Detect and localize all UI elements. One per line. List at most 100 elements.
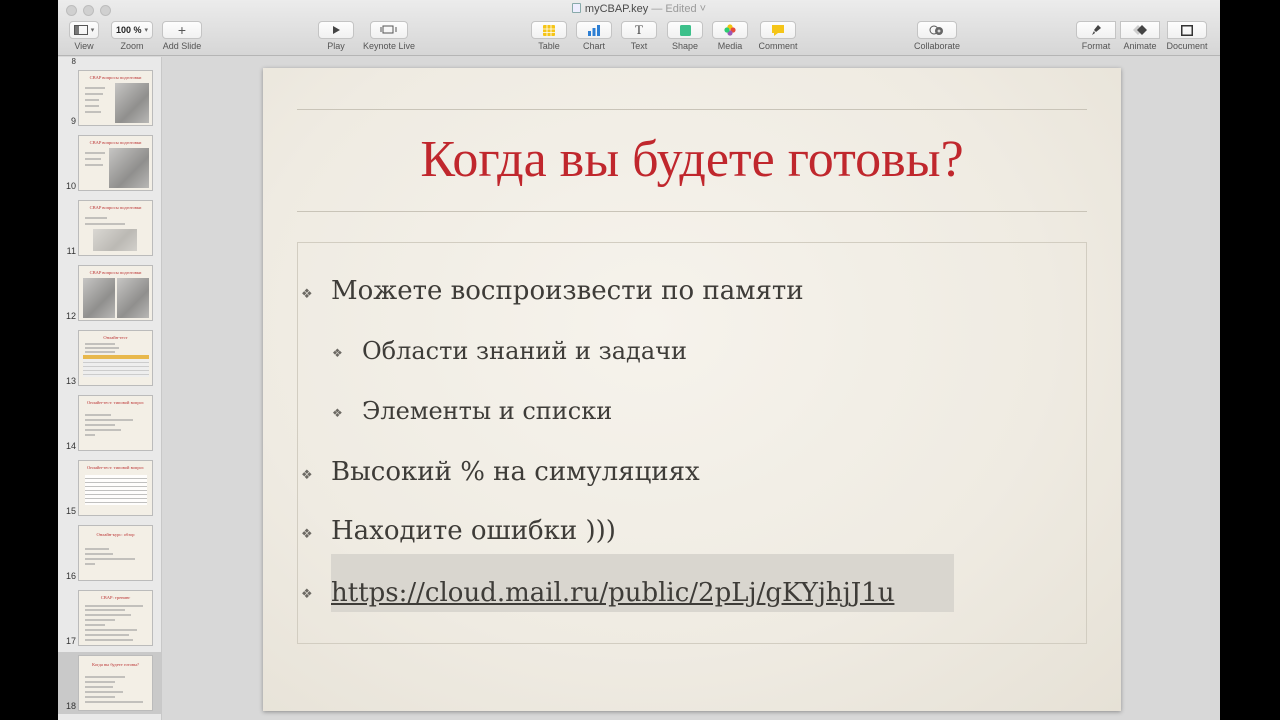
table-button[interactable]: Table <box>530 21 568 51</box>
table-label: Table <box>538 41 560 51</box>
bullet-text: Можете воспроизвести по памяти <box>331 276 804 306</box>
play-label: Play <box>327 41 345 51</box>
chart-button[interactable]: Chart <box>575 21 613 51</box>
slide-thumbnail-15[interactable]: Онлайн-тест: типовой вопрос 15 <box>58 457 161 519</box>
shape-label: Shape <box>671 41 699 51</box>
view-label: View <box>74 41 94 51</box>
media-icon <box>724 24 736 36</box>
bullet-icon: ❖ <box>332 406 343 420</box>
slide-thumbnail-16[interactable]: Онлайн-курс: обзор 16 <box>58 522 161 584</box>
shape-icon <box>679 24 691 36</box>
bullet-text: Области знаний и задачи <box>362 337 688 365</box>
slide-thumbnail-18[interactable]: Когда вы будете готовы? 18 <box>58 652 161 714</box>
view-button[interactable]: ▾ View <box>66 21 102 51</box>
collaborate-icon <box>929 25 943 35</box>
slide-thumbnail-10[interactable]: CBAP вопросы подготовки 10 <box>58 132 161 194</box>
thumbnail-title: Онлайн-тест: типовой вопрос <box>87 400 144 405</box>
animate-label: Animate <box>1123 41 1157 51</box>
bullet-icon: ❖ <box>332 346 343 360</box>
document-inspector-icon <box>1181 24 1193 36</box>
text-button[interactable]: T Text <box>620 21 658 51</box>
zoom-select[interactable]: 100 % ▾ Zoom <box>110 21 154 51</box>
slide-thumbnail-17[interactable]: CBAP: тренинг 17 <box>58 587 161 649</box>
bullet-icon: ❖ <box>301 526 313 541</box>
slide-number: 9 <box>70 116 76 126</box>
zoom-value: 100 % <box>115 25 142 35</box>
slide-thumbnail-14[interactable]: Онлайн-тест: типовой вопрос 14 <box>58 392 161 454</box>
shape-button[interactable]: Shape <box>666 21 704 51</box>
paintbrush-icon <box>1092 25 1101 35</box>
comment-button[interactable]: Comment <box>756 21 800 51</box>
cloud-link[interactable]: https://cloud.mail.ru/public/2pLj/gKYjhj… <box>331 578 894 608</box>
screen-border <box>1220 0 1280 720</box>
slide-number: 8 <box>71 57 76 66</box>
bullet-text: Высокий % на симуляциях <box>331 457 700 487</box>
current-slide[interactable]: Когда вы будете готовы? ❖ Можете воспрои… <box>263 68 1121 711</box>
document-title: myCBAP.key — Edited ˅ <box>58 3 1220 15</box>
thumbnail-title: Онлайн-курс: обзор <box>96 532 135 537</box>
toolbar: myCBAP.key — Edited ˅ ▾ View 100 % ▾ Zoom… <box>58 0 1220 56</box>
format-button[interactable]: Format <box>1076 21 1116 51</box>
slide-thumbnail-9[interactable]: CBAP вопросы подготовки 9 <box>58 67 161 129</box>
chevron-down-icon: ▾ <box>90 27 95 34</box>
bullet-icon: ❖ <box>301 586 313 601</box>
keynote-window: myCBAP.key — Edited ˅ ▾ View 100 % ▾ Zoom… <box>58 0 1220 720</box>
plus-icon: + <box>177 22 187 38</box>
document-icon <box>571 3 581 13</box>
slide-number: 12 <box>65 311 76 321</box>
comment-label: Comment <box>758 41 798 51</box>
collaborate-button[interactable]: Collaborate <box>908 21 966 51</box>
document-label: Document <box>1166 41 1208 51</box>
keynote-live-button[interactable]: Keynote Live <box>361 21 417 51</box>
thumbnail-title: CBAP вопросы подготовки <box>89 140 142 145</box>
slide-thumbnail-11[interactable]: CBAP вопросы подготовки 11 <box>58 197 161 259</box>
bullet-text: Находите ошибки ))) <box>331 516 616 546</box>
collaborate-label: Collaborate <box>913 41 961 51</box>
slide-number: 11 <box>66 246 76 256</box>
play-icon <box>333 26 340 34</box>
animate-icon <box>1133 25 1147 35</box>
slide-thumbnail-12[interactable]: CBAP вопросы подготовки 12 <box>58 262 161 324</box>
slide-number: 13 <box>65 376 76 386</box>
add-slide-label: Add Slide <box>162 41 202 51</box>
slide-thumbnail-13[interactable]: Онлайн-тест 13 <box>58 327 161 389</box>
text-icon: T <box>635 22 643 37</box>
add-slide-button[interactable]: + Add Slide <box>160 21 204 51</box>
media-button[interactable]: Media <box>711 21 749 51</box>
slide-title[interactable]: Когда вы будете готовы? <box>297 130 1087 189</box>
keynote-live-label: Keynote Live <box>362 41 416 51</box>
play-button[interactable]: Play <box>316 21 356 51</box>
chart-icon <box>588 24 600 36</box>
thumbnail-title: CBAP вопросы подготовки <box>89 270 142 275</box>
slide-number: 10 <box>65 181 76 191</box>
thumbnail-title: CBAP вопросы подготовки <box>89 205 142 210</box>
zoom-label: Zoom <box>120 41 144 51</box>
thumbnail-title: CBAP вопросы подготовки <box>89 75 142 80</box>
format-label: Format <box>1081 41 1111 51</box>
text-label: Text <box>630 41 648 51</box>
bullet-icon: ❖ <box>301 286 313 301</box>
thumbnail-title: Онлайн-тест <box>103 335 128 340</box>
chevron-down-icon[interactable]: ˅ <box>700 3 706 15</box>
comment-icon <box>772 24 784 36</box>
title-top-rule <box>297 109 1087 110</box>
chart-label: Chart <box>582 41 605 51</box>
slide-canvas[interactable]: Когда вы будете готовы? ❖ Можете воспрои… <box>163 57 1220 720</box>
sidebar-view-icon <box>73 25 88 35</box>
document-button[interactable]: Document <box>1164 21 1210 51</box>
document-status: — Edited <box>651 3 697 15</box>
slide-number: 16 <box>65 571 76 581</box>
keynote-live-icon <box>380 25 397 34</box>
slide-number: 14 <box>65 441 76 451</box>
chevron-down-icon: ▾ <box>144 27 149 34</box>
title-bottom-rule <box>297 211 1087 212</box>
slide-number: 18 <box>65 701 76 711</box>
bullet-icon: ❖ <box>301 467 313 482</box>
thumbnail-title: Когда вы будете готовы? <box>91 662 140 667</box>
animate-button[interactable]: Animate <box>1120 21 1160 51</box>
slide-navigator: 8 CBAP вопросы подготовки 9 CBAP вопросы… <box>58 57 162 720</box>
slide-number: 15 <box>65 506 76 516</box>
document-name: myCBAP.key <box>584 3 649 15</box>
table-icon <box>543 24 555 36</box>
thumbnail-title: Онлайн-тест: типовой вопрос <box>87 465 144 470</box>
